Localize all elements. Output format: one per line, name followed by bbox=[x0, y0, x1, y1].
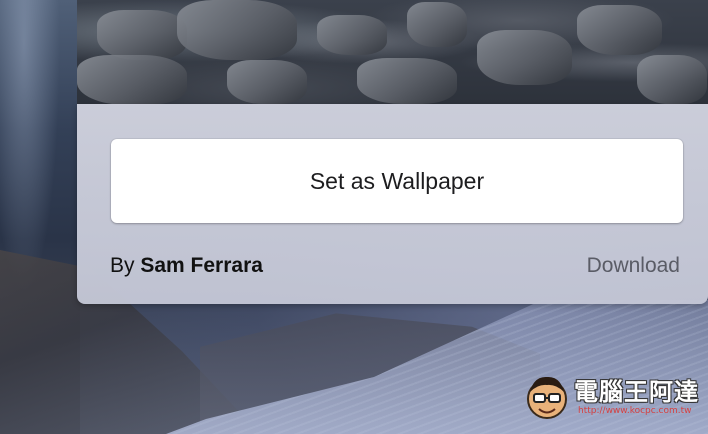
rock-shape bbox=[577, 5, 662, 55]
rock-shape bbox=[477, 30, 572, 85]
rock-shape bbox=[227, 60, 307, 104]
wallpaper-photo-preview bbox=[77, 0, 708, 105]
photo-credit: By Sam Ferrara bbox=[110, 254, 263, 278]
rock-shape bbox=[317, 15, 387, 55]
wallpaper-preview-screen: Set as Wallpaper By Sam Ferrara Download… bbox=[0, 0, 708, 434]
rock-shape bbox=[97, 10, 187, 60]
set-as-wallpaper-button[interactable]: Set as Wallpaper bbox=[111, 139, 683, 223]
rock-shape bbox=[357, 58, 457, 104]
wallpaper-info-panel: Set as Wallpaper By Sam Ferrara Download bbox=[77, 104, 708, 304]
rock-shape bbox=[637, 55, 707, 104]
rock-shape bbox=[177, 0, 297, 60]
author-name: Sam Ferrara bbox=[140, 254, 263, 277]
mascot-face-icon bbox=[527, 376, 567, 419]
rock-shape bbox=[407, 2, 467, 47]
download-link[interactable]: Download bbox=[587, 254, 680, 278]
rock-shape bbox=[77, 55, 187, 105]
credit-prefix: By bbox=[110, 254, 135, 277]
watermark-url: http://www.kocpc.com.tw bbox=[578, 406, 692, 416]
watermark-brand: 電腦王阿達 bbox=[574, 379, 699, 406]
site-watermark: 電腦王阿達 http://www.kocpc.com.tw bbox=[522, 368, 702, 428]
